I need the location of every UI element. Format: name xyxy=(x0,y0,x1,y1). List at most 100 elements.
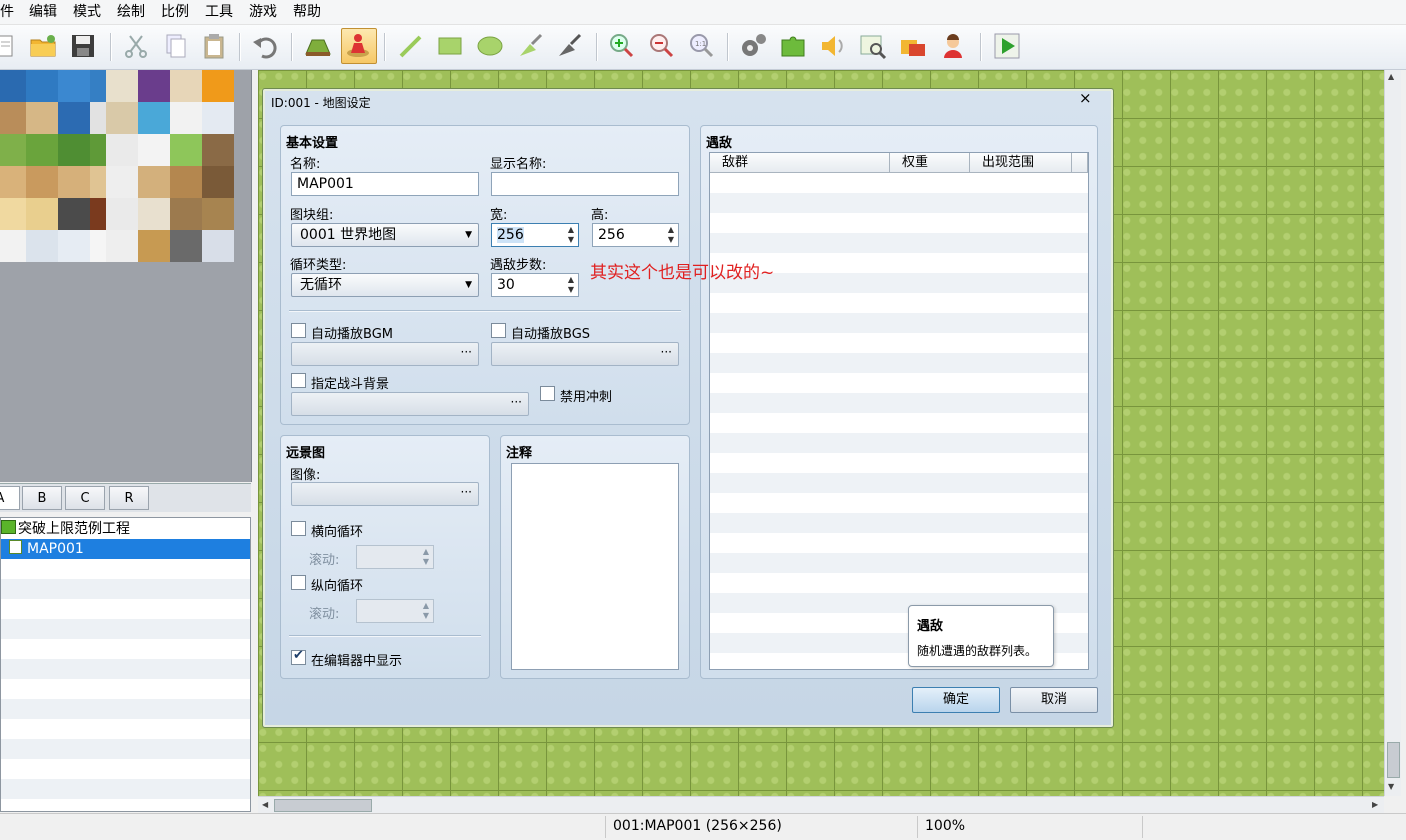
table-row[interactable] xyxy=(710,193,1088,213)
resource-icon[interactable] xyxy=(897,30,929,62)
spin-arrows-icon[interactable]: ▲ ▼ xyxy=(566,275,576,295)
tile[interactable] xyxy=(26,70,58,102)
tree-item-project[interactable]: 突破上限范例工程 xyxy=(1,519,130,539)
copy-icon[interactable] xyxy=(159,30,191,62)
tile[interactable] xyxy=(106,230,138,262)
tile[interactable] xyxy=(0,230,26,262)
parallax-browse-button[interactable]: ··· xyxy=(291,482,479,506)
save-icon[interactable] xyxy=(67,30,99,62)
horizontal-loop-checkbox[interactable] xyxy=(291,521,306,536)
tile[interactable] xyxy=(0,70,26,102)
zoom-out-icon[interactable] xyxy=(646,30,678,62)
name-field[interactable]: MAP001 xyxy=(291,172,479,196)
horizontal-scroll-stepper[interactable]: ▲ ▼ xyxy=(356,545,434,569)
table-row[interactable] xyxy=(710,293,1088,313)
encounters-table[interactable]: 敌群 权重 出现范围 xyxy=(709,152,1089,670)
tile[interactable] xyxy=(202,134,234,166)
ok-button[interactable]: 确定 xyxy=(912,687,1000,713)
tile[interactable] xyxy=(170,70,202,102)
table-row[interactable] xyxy=(710,533,1088,553)
loop-type-select[interactable]: 无循环 ▼ xyxy=(291,273,479,297)
map-vertical-scrollbar[interactable]: ▲ ▼ xyxy=(1384,70,1401,796)
close-icon[interactable]: × xyxy=(1079,89,1092,107)
spin-arrows-icon[interactable]: ▲ ▼ xyxy=(566,225,576,245)
tile[interactable] xyxy=(106,102,138,134)
battleback-browse-button[interactable]: ··· xyxy=(291,392,529,416)
tile[interactable] xyxy=(170,198,202,230)
table-row[interactable] xyxy=(710,513,1088,533)
table-row[interactable] xyxy=(710,413,1088,433)
map-tree[interactable]: 突破上限范例工程 MAP001 xyxy=(0,517,251,812)
column-range[interactable]: 出现范围 xyxy=(970,153,1072,173)
tileset-select[interactable]: 0001 世界地图 ▼ xyxy=(291,223,479,247)
map-mode-icon[interactable] xyxy=(302,30,334,62)
tile[interactable] xyxy=(202,230,234,262)
menu-draw[interactable]: 绘制 xyxy=(117,4,145,20)
tile[interactable] xyxy=(202,102,234,134)
table-row[interactable] xyxy=(710,393,1088,413)
column-weight[interactable]: 权重 xyxy=(890,153,970,173)
tile[interactable] xyxy=(58,198,90,230)
database-icon[interactable] xyxy=(737,30,769,62)
tile[interactable] xyxy=(58,134,90,166)
table-row[interactable] xyxy=(710,313,1088,333)
table-row[interactable] xyxy=(710,173,1088,193)
menu-mode[interactable]: 模式 xyxy=(73,4,101,20)
tile[interactable] xyxy=(26,134,58,166)
tile[interactable] xyxy=(170,102,202,134)
table-row[interactable] xyxy=(710,353,1088,373)
playtest-icon[interactable] xyxy=(991,30,1023,62)
tile[interactable] xyxy=(106,70,138,102)
tile[interactable] xyxy=(0,166,26,198)
spin-arrows-icon[interactable]: ▲ ▼ xyxy=(421,601,431,621)
scroll-right-icon[interactable]: ▶ xyxy=(1372,800,1378,809)
tile[interactable] xyxy=(58,230,90,262)
scroll-up-icon[interactable]: ▲ xyxy=(1388,72,1394,81)
tile[interactable] xyxy=(26,102,58,134)
tab-b[interactable]: B xyxy=(22,486,62,510)
paste-icon[interactable] xyxy=(198,30,230,62)
table-row[interactable] xyxy=(710,453,1088,473)
tile[interactable] xyxy=(138,198,170,230)
fill-icon[interactable] xyxy=(514,30,546,62)
tile[interactable] xyxy=(106,166,138,198)
width-stepper[interactable]: 256 ▲ ▼ xyxy=(491,223,579,247)
scroll-thumb[interactable] xyxy=(274,799,372,812)
tile[interactable] xyxy=(138,166,170,198)
table-row[interactable] xyxy=(710,333,1088,353)
tile[interactable] xyxy=(26,166,58,198)
tile[interactable] xyxy=(26,198,58,230)
tile[interactable] xyxy=(138,70,170,102)
tile[interactable] xyxy=(170,166,202,198)
encounter-steps-stepper[interactable]: 30 ▲ ▼ xyxy=(491,273,579,297)
tab-c[interactable]: C xyxy=(65,486,105,510)
tree-row-selected[interactable]: MAP001 xyxy=(1,539,250,559)
table-row[interactable] xyxy=(710,373,1088,393)
tile[interactable] xyxy=(202,166,234,198)
pencil-icon[interactable] xyxy=(395,30,427,62)
autoplay-bgm-checkbox[interactable] xyxy=(291,323,306,338)
plugin-icon[interactable] xyxy=(777,30,809,62)
zoom-actual-icon[interactable]: 1:1 xyxy=(686,30,718,62)
tile[interactable] xyxy=(58,166,90,198)
tree-row[interactable]: 突破上限范例工程 xyxy=(1,519,250,539)
table-row[interactable] xyxy=(710,553,1088,573)
menu-tools[interactable]: 工具 xyxy=(205,4,233,20)
bgm-browse-button[interactable]: ··· xyxy=(291,342,479,366)
tile[interactable] xyxy=(138,134,170,166)
zoom-in-icon[interactable] xyxy=(606,30,638,62)
tile[interactable] xyxy=(202,70,234,102)
tile[interactable] xyxy=(170,134,202,166)
menu-scale[interactable]: 比例 xyxy=(161,4,189,20)
note-textarea[interactable] xyxy=(511,463,679,670)
autoplay-bgs-checkbox[interactable] xyxy=(491,323,506,338)
menu-file[interactable]: 件 xyxy=(0,4,14,20)
tile[interactable] xyxy=(138,102,170,134)
ellipse-icon[interactable] xyxy=(474,30,506,62)
tile[interactable] xyxy=(0,134,26,166)
new-icon[interactable] xyxy=(0,30,16,62)
height-stepper[interactable]: 256 ▲ ▼ xyxy=(592,223,679,247)
table-row[interactable] xyxy=(710,213,1088,233)
tree-item-map[interactable]: MAP001 xyxy=(9,539,84,559)
vertical-loop-checkbox[interactable] xyxy=(291,575,306,590)
